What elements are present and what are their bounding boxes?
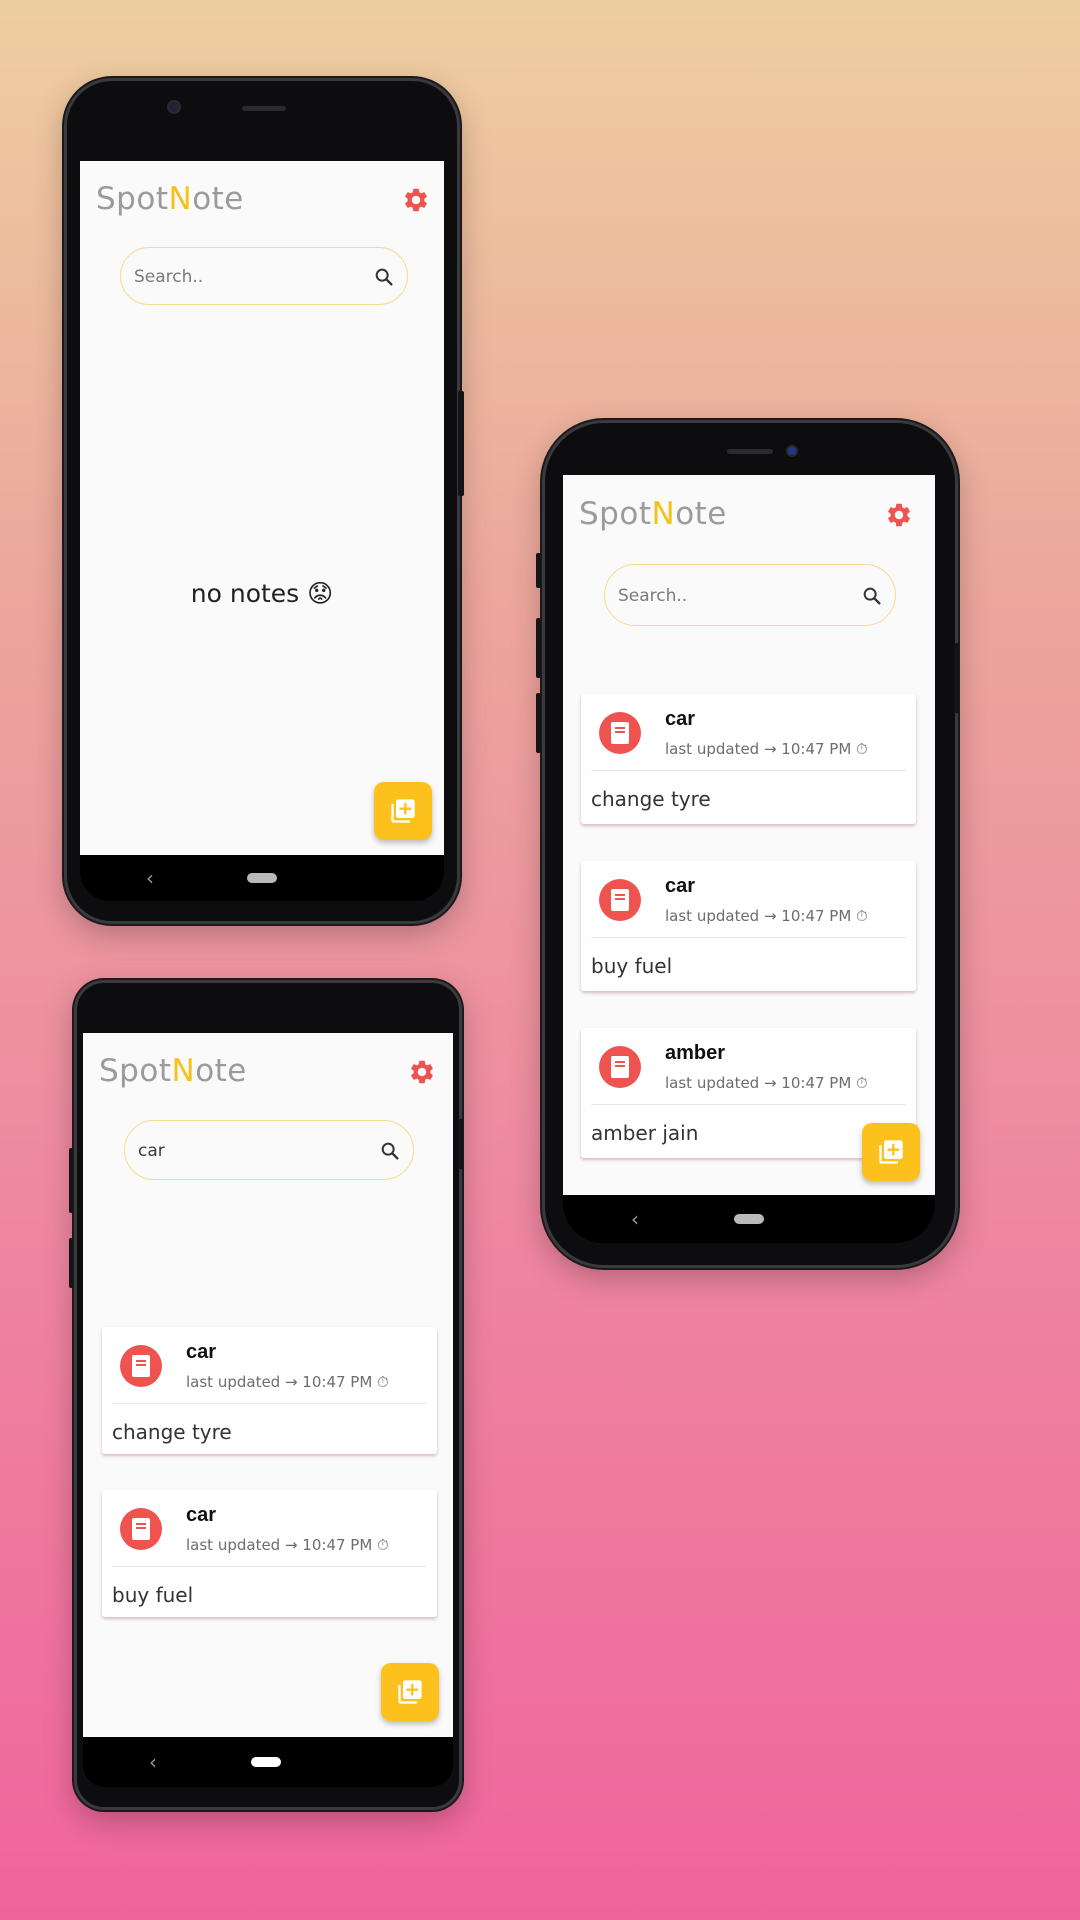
divider	[112, 1403, 427, 1404]
note-timestamp: last updated → 10:47 PM ⏱	[665, 907, 868, 925]
note-book-icon	[599, 712, 641, 754]
note-title: car	[186, 1341, 217, 1363]
volume-button	[458, 391, 464, 496]
search-value: car	[138, 1141, 165, 1161]
search-input[interactable]: car	[124, 1120, 414, 1180]
earpiece-speaker	[727, 449, 773, 454]
note-title: car	[665, 708, 696, 730]
navigation-bar: ‹	[83, 1737, 453, 1787]
divider	[591, 937, 906, 938]
nav-home-button[interactable]	[247, 873, 277, 883]
note-title: car	[186, 1504, 217, 1526]
nav-back-button[interactable]: ‹	[631, 1209, 639, 1229]
search-input[interactable]: Search..	[120, 247, 408, 305]
nav-home-button[interactable]	[251, 1757, 281, 1767]
front-camera	[786, 445, 798, 457]
search-icon[interactable]	[373, 266, 395, 288]
phone-search-results: SpotNote car car last updated → 10:47 PM…	[69, 980, 463, 1810]
power-button	[458, 1119, 463, 1169]
nav-back-button[interactable]: ‹	[146, 868, 154, 888]
divider	[591, 1104, 906, 1105]
navigation-bar: ‹	[80, 855, 444, 901]
note-book-icon	[599, 1046, 641, 1088]
phone-empty-state: SpotNote Search.. no notes 😟 ‹	[64, 78, 464, 924]
front-camera	[167, 100, 181, 114]
search-input[interactable]: Search..	[604, 564, 896, 626]
phone-note-list: SpotNote Search.. car last updated → 10:…	[536, 420, 959, 1268]
volume-down-button	[536, 618, 541, 678]
app-logo: SpotNote	[99, 1053, 247, 1089]
settings-gear-icon[interactable]	[885, 501, 913, 529]
note-book-icon	[120, 1345, 162, 1387]
note-body: buy fuel	[112, 1583, 194, 1607]
power-button	[954, 643, 959, 713]
screen: SpotNote Search.. car last updated → 10:…	[563, 475, 935, 1195]
note-book-icon	[599, 879, 641, 921]
app-logo: SpotNote	[96, 181, 244, 217]
add-note-button[interactable]	[374, 782, 432, 840]
divider	[591, 770, 906, 771]
note-timestamp: last updated → 10:47 PM ⏱	[186, 1373, 389, 1391]
note-timestamp: last updated → 10:47 PM ⏱	[665, 740, 868, 758]
side-button	[536, 693, 541, 753]
note-body: buy fuel	[591, 954, 673, 978]
volume-button	[69, 1148, 73, 1213]
earpiece-speaker	[242, 106, 286, 111]
app-logo: SpotNote	[579, 496, 727, 532]
settings-gear-icon[interactable]	[408, 1058, 436, 1086]
side-button	[69, 1238, 73, 1288]
note-body: change tyre	[112, 1420, 232, 1444]
settings-gear-icon[interactable]	[402, 186, 430, 214]
note-timestamp: last updated → 10:47 PM ⏱	[186, 1536, 389, 1554]
add-note-button[interactable]	[862, 1123, 920, 1181]
navigation-bar: ‹	[563, 1195, 935, 1243]
note-timestamp: last updated → 10:47 PM ⏱	[665, 1074, 868, 1092]
nav-home-button[interactable]	[734, 1214, 764, 1224]
volume-up-button	[536, 553, 541, 588]
note-body: amber jain	[591, 1121, 699, 1145]
search-placeholder: Search..	[618, 586, 688, 606]
note-title: car	[665, 875, 696, 897]
note-title: amber	[665, 1042, 726, 1064]
note-card[interactable]: car last updated → 10:47 PM ⏱ buy fuel	[102, 1490, 437, 1617]
note-body: change tyre	[591, 787, 711, 811]
search-icon[interactable]	[379, 1140, 401, 1162]
note-card[interactable]: car last updated → 10:47 PM ⏱ change tyr…	[581, 694, 916, 824]
screen: SpotNote car car last updated → 10:47 PM…	[83, 1033, 453, 1737]
add-note-icon	[398, 1680, 422, 1704]
divider	[112, 1566, 427, 1567]
screen: SpotNote Search.. no notes 😟	[80, 161, 444, 855]
search-placeholder: Search..	[134, 267, 204, 287]
add-note-icon	[391, 799, 415, 823]
note-card[interactable]: car last updated → 10:47 PM ⏱ change tyr…	[102, 1327, 437, 1454]
add-note-icon	[879, 1140, 903, 1164]
search-icon[interactable]	[861, 585, 883, 607]
note-card[interactable]: car last updated → 10:47 PM ⏱ buy fuel	[581, 861, 916, 991]
empty-state-message: no notes 😟	[190, 579, 334, 608]
nav-back-button[interactable]: ‹	[149, 1752, 157, 1772]
note-book-icon	[120, 1508, 162, 1550]
add-note-button[interactable]	[381, 1663, 439, 1721]
